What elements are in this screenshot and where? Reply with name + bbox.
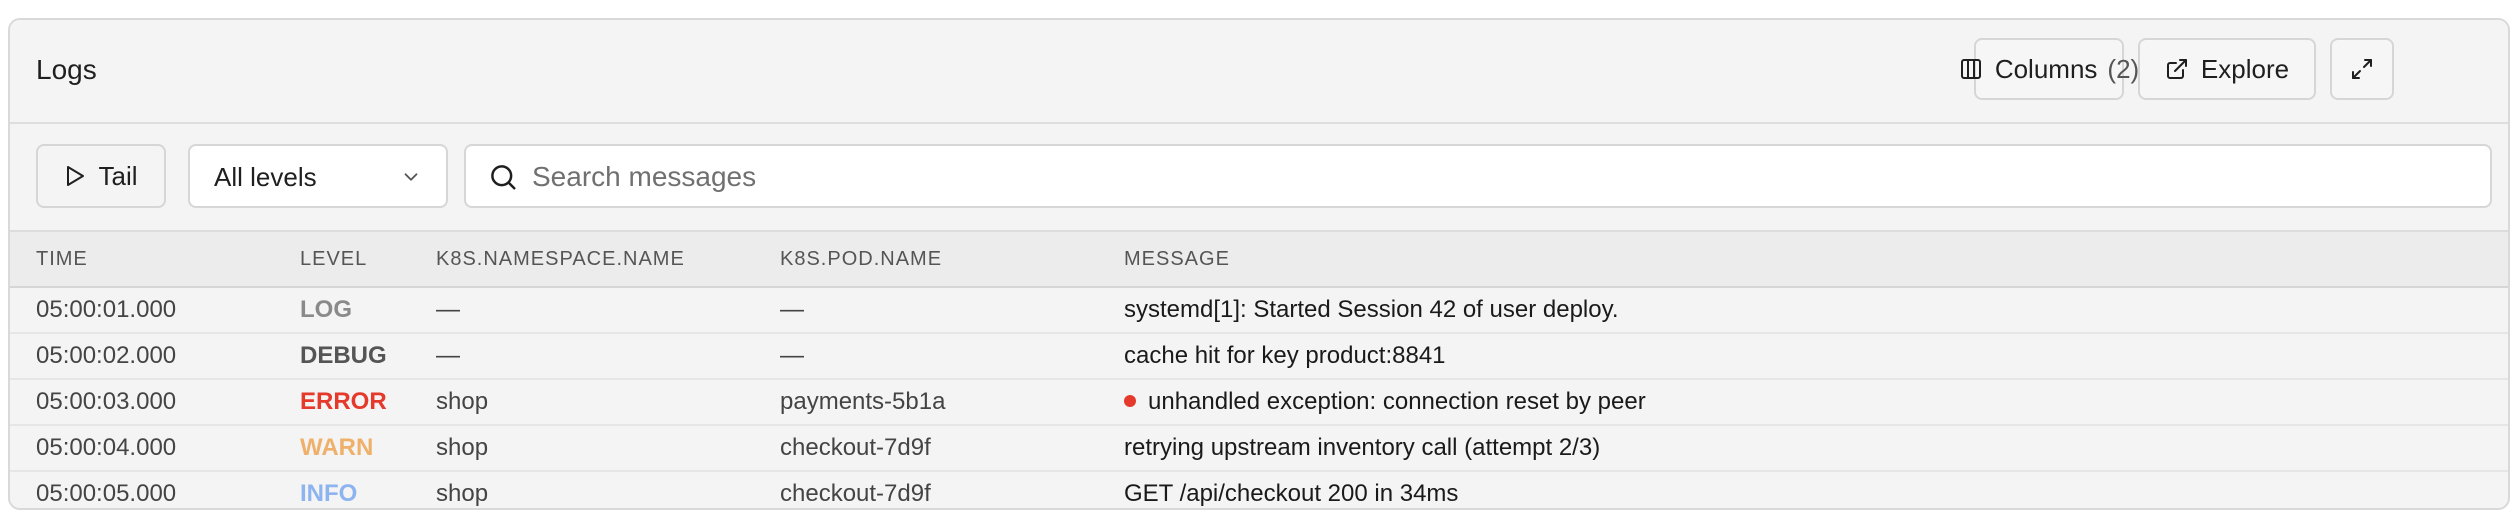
columns-icon xyxy=(1959,57,1983,81)
log-pod: checkout-7d9f xyxy=(780,480,931,507)
log-time: 05:00:05.000 xyxy=(36,480,177,507)
log-message: systemd[1]: Started Session 42 of user d… xyxy=(1124,287,2508,334)
log-pod: — xyxy=(780,333,1124,380)
expand-button[interactable] xyxy=(2330,38,2394,100)
log-message-text: unhandled exception: connection reset by… xyxy=(1148,388,1646,415)
log-pod: checkout-7d9f xyxy=(780,425,1124,472)
columns-button[interactable]: Columns (2) xyxy=(1960,38,2139,100)
log-level: INFO xyxy=(300,480,358,507)
panel-header: Logs Columns (2) Explore xyxy=(10,20,2508,124)
logs-table: TIME LEVEL K8S.NAMESPACE.NAME K8S.POD.NA… xyxy=(10,230,2508,508)
log-level: DEBUG xyxy=(300,333,436,380)
log-message-text: GET /api/checkout 200 in 34ms xyxy=(1124,480,1459,507)
expand-icon xyxy=(2350,57,2374,81)
search-icon xyxy=(488,162,518,192)
level-select[interactable]: All levels xyxy=(188,144,448,208)
logs-panel: Logs Columns (2) Explore Tail All levels… xyxy=(8,18,2510,510)
log-message-text: retrying upstream inventory call (attemp… xyxy=(1124,434,1601,461)
log-time: 05:00:04.000 xyxy=(10,425,300,472)
log-message: GET /api/checkout 200 in 34ms xyxy=(1124,471,2508,508)
external-link-icon xyxy=(2165,57,2189,81)
log-namespace: — xyxy=(436,333,780,380)
table-row[interactable]: 05:00:02.000 DEBUG — — cache hit for key… xyxy=(10,333,2508,380)
tail-button[interactable]: Tail xyxy=(36,144,166,208)
table-row[interactable]: 05:00:03.000 ERROR shop payments-5b1a un… xyxy=(10,379,2508,426)
log-message: retrying upstream inventory call (attemp… xyxy=(1124,425,2508,472)
table-row[interactable]: 05:00:05.000 INFO shop checkout-7d9f GET… xyxy=(10,471,2508,508)
log-namespace: shop xyxy=(436,425,780,472)
error-dot-icon xyxy=(1124,395,1136,407)
column-header-message[interactable]: MESSAGE xyxy=(1124,230,2508,288)
table-row[interactable]: 05:00:04.000 WARN shop checkout-7d9f ret… xyxy=(10,425,2508,472)
log-pod: payments-5b1a xyxy=(780,379,1124,426)
log-time: 05:00:03.000 xyxy=(10,379,300,426)
play-icon xyxy=(64,164,86,188)
log-namespace: shop xyxy=(436,379,780,426)
chevron-down-icon xyxy=(400,166,422,188)
tail-label: Tail xyxy=(98,160,138,191)
log-level: WARN xyxy=(300,425,436,472)
level-select-value: All levels xyxy=(214,162,317,192)
log-message: cache hit for key product:8841 xyxy=(1124,333,2508,380)
search-input[interactable] xyxy=(530,154,2474,200)
table-row[interactable]: 05:00:01.000 LOG — — systemd[1]: Started… xyxy=(10,287,2508,334)
log-time: 05:00:01.000 xyxy=(10,287,300,334)
column-header-namespace[interactable]: K8S.NAMESPACE.NAME xyxy=(436,230,780,288)
explore-button[interactable]: Explore xyxy=(2138,38,2316,100)
log-time: 05:00:02.000 xyxy=(10,333,300,380)
column-header-pod[interactable]: K8S.POD.NAME xyxy=(780,230,1124,288)
panel-title: Logs xyxy=(36,54,97,85)
log-level: LOG xyxy=(300,287,436,334)
log-level: ERROR xyxy=(300,379,436,426)
log-message: unhandled exception: connection reset by… xyxy=(1124,379,2508,426)
log-message-text: cache hit for key product:8841 xyxy=(1124,342,1446,369)
log-message-text: systemd[1]: Started Session 42 of user d… xyxy=(1124,296,1619,323)
log-namespace: — xyxy=(436,287,780,334)
explore-label: Explore xyxy=(2200,53,2290,84)
columns-count: (2) xyxy=(2107,53,2140,84)
log-namespace: shop xyxy=(436,480,489,507)
search-box xyxy=(464,144,2492,208)
columns-label: Columns xyxy=(1994,53,2098,84)
column-header-time[interactable]: TIME xyxy=(10,230,300,288)
table-header-row: TIME LEVEL K8S.NAMESPACE.NAME K8S.POD.NA… xyxy=(10,230,2508,288)
log-pod: — xyxy=(780,287,1124,334)
logs-toolbar: Tail All levels xyxy=(10,124,2508,230)
column-header-level[interactable]: LEVEL xyxy=(300,230,436,288)
